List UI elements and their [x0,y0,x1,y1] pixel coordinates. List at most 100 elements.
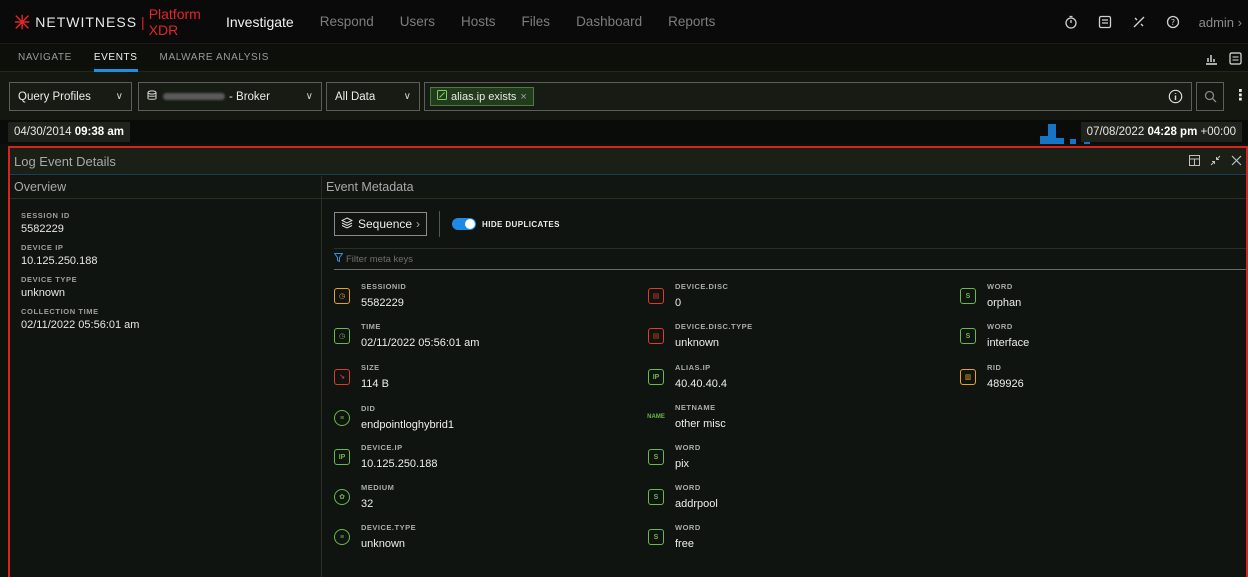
meta-item-word-orphan[interactable]: S WORD orphan [960,281,1248,317]
meta-item-word-addrpool[interactable]: S WORD addrpool [648,482,948,518]
overview-item-device-ip: DEVICE IP 10.125.250.188 [10,243,321,267]
word-icon: S [648,449,664,465]
word-icon: S [648,529,664,545]
metadata-toolbar: Sequence › HIDE DUPLICATES [334,211,560,237]
filter-pill[interactable]: alias.ip exists × [430,87,534,106]
meta-item-medium[interactable]: ✿ MEDIUM 32 [334,482,634,518]
service-select[interactable]: - Broker ∨ [138,82,322,111]
meta-item-size[interactable]: ↘ SIZE 114 B [334,362,634,398]
query-input[interactable]: alias.ip exists × [424,82,1192,111]
meta-item-device-ip[interactable]: IP DEVICE.IP 10.125.250.188 [334,442,634,478]
overview-header: Overview [10,176,321,199]
event-metadata-header: Event Metadata [322,176,1246,199]
sequence-button[interactable]: Sequence › [334,212,428,236]
meta-item-device-disc-type[interactable]: ▤ DEVICE.DISC.TYPE unknown [648,321,948,357]
search-button[interactable] [1196,82,1224,111]
nav-reports[interactable]: Reports [668,14,715,29]
meta-item-word-free[interactable]: S WORD free [648,522,948,558]
overview-column: Overview SESSION ID 5582229 DEVICE IP 10… [10,176,322,577]
meta-key: DEVICE.DISC [675,282,729,291]
chart-toggle-icon[interactable] [1204,51,1218,65]
tab-malware-analysis[interactable]: MALWARE ANALYSIS [160,44,269,72]
filter-pill-label: alias.ip exists [451,90,517,103]
meta-value: unknown [675,337,720,349]
more-options-icon[interactable]: ⋮ [1233,86,1248,104]
chevron-down-icon: ∨ [305,91,313,102]
data-scope-select[interactable]: All Data ∨ [326,82,420,111]
meta-item-sessionid[interactable]: ◷ SESSIONID 5582229 [334,281,634,317]
meta-item-word-pix[interactable]: S WORD pix [648,442,948,478]
data-scope-label: All Data [335,90,376,103]
overview-item-device-type: DEVICE TYPE unknown [10,275,321,299]
layers-icon [340,216,354,232]
database-icon: ≡ [334,410,350,426]
word-icon: S [648,489,664,505]
meta-item-did[interactable]: ≡ DID endpointloghybrid1 [334,403,634,439]
meta-key: WORD [987,282,1013,291]
netwitness-logo-icon [14,14,30,29]
end-time[interactable]: 07/08/2022 04:28 pm +00:00 [1080,122,1242,142]
hide-duplicates-label: HIDE DUPLICATES [482,219,560,229]
name-icon: NAME [647,414,665,420]
clock-icon: ◷ [334,328,350,344]
device-disc-icon: ▤ [648,328,664,344]
meta-value: 40.40.40.4 [675,378,727,390]
nav-hosts[interactable]: Hosts [461,14,496,29]
query-profiles-select[interactable]: Query Profiles ∨ [9,82,132,111]
column-settings-icon[interactable] [1228,51,1242,65]
filter-meta-keys-input[interactable]: Filter meta keys [333,248,1246,270]
meta-key: SESSIONID [361,282,407,291]
search-icon [1204,90,1216,103]
meta-value: 32 [361,498,374,510]
service-name-redacted [163,93,225,100]
meta-value: 5582229 [361,297,404,309]
timer-icon[interactable] [1063,14,1079,30]
split-view-icon[interactable] [1189,154,1200,169]
help-icon[interactable]: ? [1165,14,1181,30]
meta-value: addrpool [675,498,718,510]
meta-item-time[interactable]: ◷ TIME 02/11/2022 05:56:01 am [334,321,634,357]
close-icon[interactable] [1231,155,1242,169]
meta-key: WORD [675,443,701,452]
meta-item-word-interface[interactable]: S WORD interface [960,321,1248,357]
user-name: admin [1198,14,1235,30]
nav-users[interactable]: Users [400,14,435,29]
user-menu[interactable]: admin › [1199,15,1242,30]
meta-value: unknown [361,538,406,550]
meta-item-device-disc[interactable]: ▤ DEVICE.DISC 0 [648,281,948,317]
brand-logo[interactable]: NETWITNESS | Platform XDR [0,6,226,38]
meta-value: pix [675,458,690,470]
tab-navigate[interactable]: NAVIGATE [18,44,72,72]
meta-item-netname[interactable]: NAME NETNAME other misc [647,402,948,438]
brand-separator: | [141,13,145,30]
main-nav: Investigate Respond Users Hosts Files Da… [226,0,741,44]
meta-key: TIME [361,322,381,331]
nav-investigate[interactable]: Investigate [226,14,294,30]
top-navigation-bar: NETWITNESS | Platform XDR Investigate Re… [0,0,1248,44]
close-icon[interactable]: × [520,91,526,103]
nav-files[interactable]: Files [522,14,551,29]
word-icon: S [960,328,976,344]
meta-item-rid[interactable]: ▥ RID 489926 [960,362,1248,398]
start-time[interactable]: 04/30/2014 09:38 am [8,122,130,142]
meta-item-device-type[interactable]: ≡ DEVICE.TYPE unknown [334,522,634,558]
meta-value: 10.125.250.188 [361,458,438,470]
info-icon[interactable] [1168,89,1183,107]
tools-icon[interactable] [1131,14,1147,30]
overview-value[interactable]: 02/11/2022 05:56:01 am [21,319,321,331]
meta-item-alias-ip[interactable]: IP ALIAS.IP 40.40.40.4 [648,362,948,398]
histogram-bar [1048,124,1056,144]
toggle-knob [465,219,476,229]
overview-value[interactable]: 5582229 [21,223,321,235]
chevron-right-icon: › [416,217,421,231]
meta-key: WORD [675,483,701,492]
overview-value[interactable]: 10.125.250.188 [21,255,321,267]
notes-icon[interactable] [1097,14,1113,30]
end-clock: 04:28 pm [1147,126,1198,138]
nav-respond[interactable]: Respond [320,14,374,29]
tab-events[interactable]: EVENTS [93,44,138,72]
nav-dashboard[interactable]: Dashboard [576,14,642,29]
overview-value[interactable]: unknown [21,287,321,299]
collapse-icon[interactable] [1210,155,1221,169]
hide-duplicates-toggle[interactable] [452,218,477,230]
